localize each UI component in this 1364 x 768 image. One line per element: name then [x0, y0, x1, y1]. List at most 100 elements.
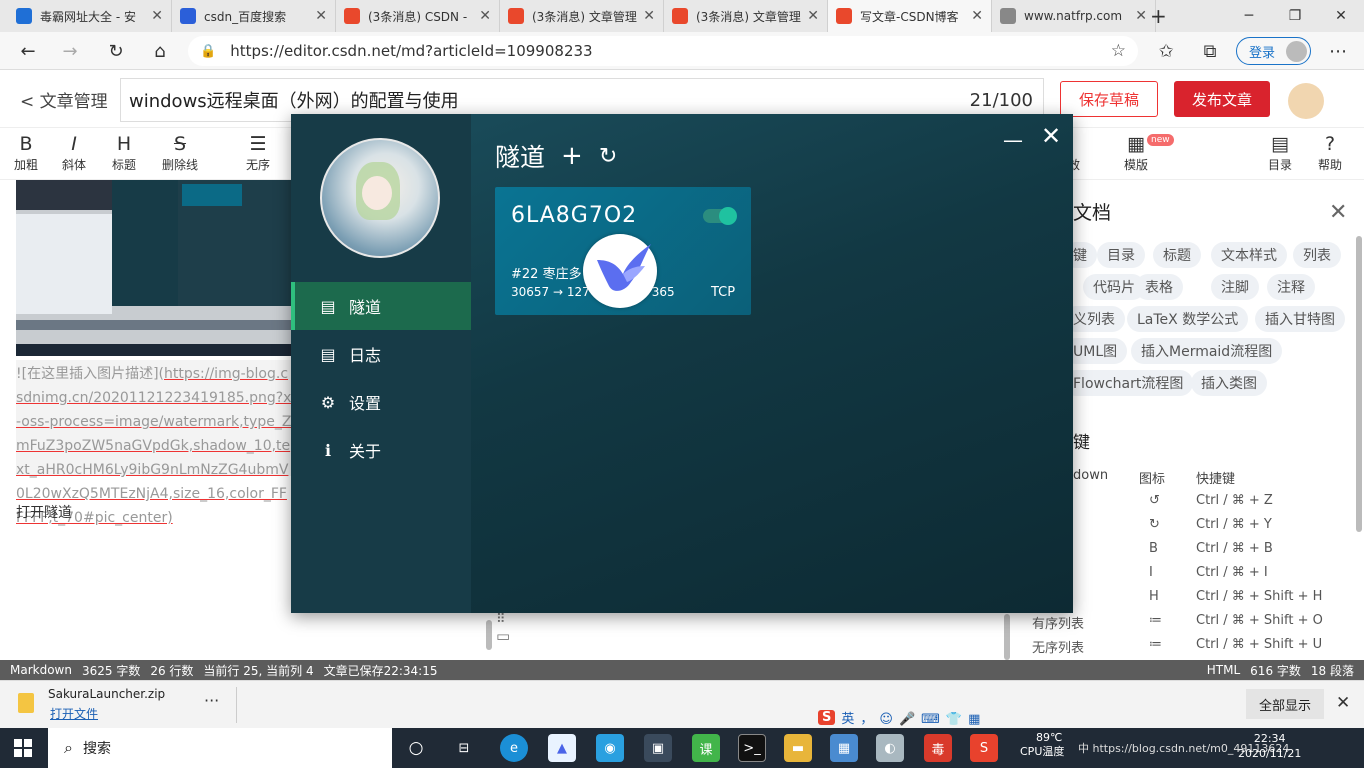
help-chip[interactable]: 插入Mermaid流程图	[1131, 338, 1283, 364]
forward-icon[interactable]: →	[50, 32, 90, 70]
cortana-icon[interactable]: ○	[402, 734, 430, 762]
toolbar-2-button[interactable]: H 标题	[102, 132, 146, 173]
help-chip[interactable]: 文本样式	[1211, 242, 1287, 268]
drag-handle-icon[interactable]: ⠿	[496, 612, 510, 627]
preview-scrollbar[interactable]	[486, 620, 492, 650]
tunnel-enable-toggle[interactable]	[703, 207, 737, 225]
browser-tab-strip: 毒霸网址大全 - 安 ✕ csdn_百度搜索 ✕ (3条消息) CSDN - ✕ (3条消息…	[0, 0, 1364, 32]
download-more-button[interactable]: ···	[204, 691, 219, 710]
browser-tab-4[interactable]: (3条消息) 文章管理 ✕	[664, 0, 828, 32]
close-icon[interactable]: ✕	[1041, 122, 1061, 150]
course-app-icon[interactable]: 课	[692, 734, 720, 762]
home-icon[interactable]: ⌂	[140, 32, 180, 70]
help-chip[interactable]: 插入类图	[1191, 370, 1267, 396]
favorites-icon[interactable]: ✩	[1146, 32, 1186, 70]
article-manage-link[interactable]: < 文章管理	[20, 87, 108, 112]
sakura-frp-icon[interactable]: ▲	[548, 734, 576, 762]
url-field[interactable]: 🔒 https://editor.csdn.net/md?articleId=1…	[188, 36, 1138, 66]
markdown-editor-pane[interactable]: ![在这里插入图片描述](https://img-blog.csdnimg.cn…	[0, 180, 292, 660]
close-tab-icon[interactable]: ✕	[479, 8, 491, 24]
toolbar-1-button[interactable]: I 斜体	[52, 132, 96, 173]
collections-icon[interactable]: ⧉	[1190, 32, 1230, 70]
sogou-taskbar-icon[interactable]: S	[970, 734, 998, 762]
markdown-image-source[interactable]: ![在这里插入图片描述](https://img-blog.csdnimg.cn…	[16, 360, 292, 526]
show-all-downloads-button[interactable]: 全部显示	[1246, 689, 1324, 719]
ime-item[interactable]: 英	[841, 712, 854, 727]
launcher-nav-隧道[interactable]: ▤ 隧道	[291, 282, 471, 330]
toolbar-4-button[interactable]: ☰ 无序	[236, 132, 280, 173]
launcher-nav-设置[interactable]: ⚙ 设置	[291, 378, 471, 426]
open-file-link[interactable]: 打开文件	[50, 705, 98, 722]
close-window-button[interactable]: ✕	[1318, 0, 1364, 32]
back-icon[interactable]: ←	[8, 32, 48, 70]
toolbar-label: 斜体	[61, 158, 86, 172]
favorite-star-icon[interactable]: ☆	[1111, 41, 1126, 61]
taskbar-search-box[interactable]: ⌕ 搜索	[48, 728, 392, 768]
browser-tab-2[interactable]: (3条消息) CSDN - ✕	[336, 0, 500, 32]
add-tunnel-icon[interactable]: +	[561, 141, 583, 171]
login-button[interactable]: 登录	[1236, 37, 1311, 65]
launcher-nav-日志[interactable]: ▤ 日志	[291, 330, 471, 378]
help-chip[interactable]: 列表	[1293, 242, 1341, 268]
toolbar-label: 无序	[245, 158, 270, 172]
help-chip[interactable]: Flowchart流程图	[1063, 370, 1194, 396]
chat-app-icon[interactable]: ◉	[596, 734, 624, 762]
browser-tab-5[interactable]: 写文章-CSDN博客 ✕	[828, 0, 992, 32]
ime-item[interactable]: ，	[860, 712, 873, 727]
launcher-nav-关于[interactable]: ℹ 关于	[291, 426, 471, 474]
close-tab-icon[interactable]: ✕	[315, 8, 327, 24]
browser-tab-6[interactable]: www.natfrp.com ✕	[992, 0, 1156, 32]
help-scrollbar[interactable]	[1356, 236, 1362, 532]
refresh-icon[interactable]: ↻	[599, 144, 617, 169]
terminal-icon[interactable]: >_	[738, 734, 766, 762]
help-chip[interactable]: LaTeX 数学公式	[1127, 306, 1249, 332]
toolbar-right-2-button[interactable]: ? 帮助	[1308, 132, 1352, 173]
user-avatar[interactable]	[1288, 83, 1324, 119]
help-chip[interactable]: 表格	[1135, 274, 1183, 300]
monitor-icon[interactable]: ▭	[496, 627, 510, 645]
toolbar-right-1-button[interactable]: ▤ 目录	[1258, 132, 1302, 173]
sakura-launcher-taskbar-icon[interactable]: ◐	[876, 734, 904, 762]
ime-item[interactable]: ☺	[879, 712, 893, 727]
ime-item[interactable]: ▦	[968, 712, 980, 727]
help-chip[interactable]: 注脚	[1211, 274, 1259, 300]
edge-browser-icon[interactable]: e	[500, 734, 528, 762]
help-chip[interactable]: 注释	[1267, 274, 1315, 300]
help-chip[interactable]: 目录	[1097, 242, 1145, 268]
task-view-icon[interactable]: ⊟	[450, 734, 478, 762]
more-menu-icon[interactable]: ⋯	[1318, 32, 1358, 70]
sogou-ime-icon[interactable]: S	[818, 709, 836, 725]
minimize-window-button[interactable]: ─	[1226, 0, 1272, 32]
ime-item[interactable]: 👕	[946, 712, 962, 727]
tunnel-card[interactable]: 6LA8G7O2 #22 枣庄多 30657 → 127 365 TCP	[495, 187, 751, 315]
editor-scrollbar[interactable]	[1004, 614, 1010, 660]
close-tab-icon[interactable]: ✕	[971, 8, 983, 24]
new-tab-button[interactable]: +	[1150, 4, 1167, 28]
close-tab-icon[interactable]: ✕	[151, 8, 163, 24]
save-draft-button[interactable]: 保存草稿	[1060, 81, 1158, 117]
minimize-icon[interactable]: —	[1003, 128, 1023, 152]
publish-button[interactable]: 发布文章	[1174, 81, 1270, 117]
windows-start-icon[interactable]	[14, 739, 32, 757]
ime-item[interactable]: ⌨	[921, 712, 940, 727]
image-viewer-icon[interactable]: ▦	[830, 734, 858, 762]
toolbar-3-button[interactable]: S 删除线	[158, 132, 202, 173]
restore-window-button[interactable]: ❐	[1272, 0, 1318, 32]
file-explorer-icon[interactable]: ▬	[784, 734, 812, 762]
help-chip[interactable]: 标题	[1153, 242, 1201, 268]
remote-desktop-icon[interactable]: ▣	[644, 734, 672, 762]
toolbar-0-button[interactable]: B 加粗	[4, 132, 48, 173]
ime-item[interactable]: 🎤	[899, 712, 915, 727]
close-tab-icon[interactable]: ✕	[807, 8, 819, 24]
close-tab-icon[interactable]: ✕	[1135, 8, 1147, 24]
close-download-bar-icon[interactable]: ✕	[1336, 693, 1350, 713]
reload-icon[interactable]: ↻	[96, 32, 136, 70]
help-chip[interactable]: 插入甘特图	[1255, 306, 1345, 332]
duba-icon[interactable]: 毒	[924, 734, 952, 762]
browser-tab-0[interactable]: 毒霸网址大全 - 安 ✕	[8, 0, 172, 32]
browser-tab-1[interactable]: csdn_百度搜索 ✕	[172, 0, 336, 32]
taskbar-clock[interactable]: 22:34 2020/11/21	[1238, 731, 1301, 761]
close-icon[interactable]: ✕	[1329, 200, 1347, 225]
browser-tab-3[interactable]: (3条消息) 文章管理 ✕	[500, 0, 664, 32]
close-tab-icon[interactable]: ✕	[643, 8, 655, 24]
